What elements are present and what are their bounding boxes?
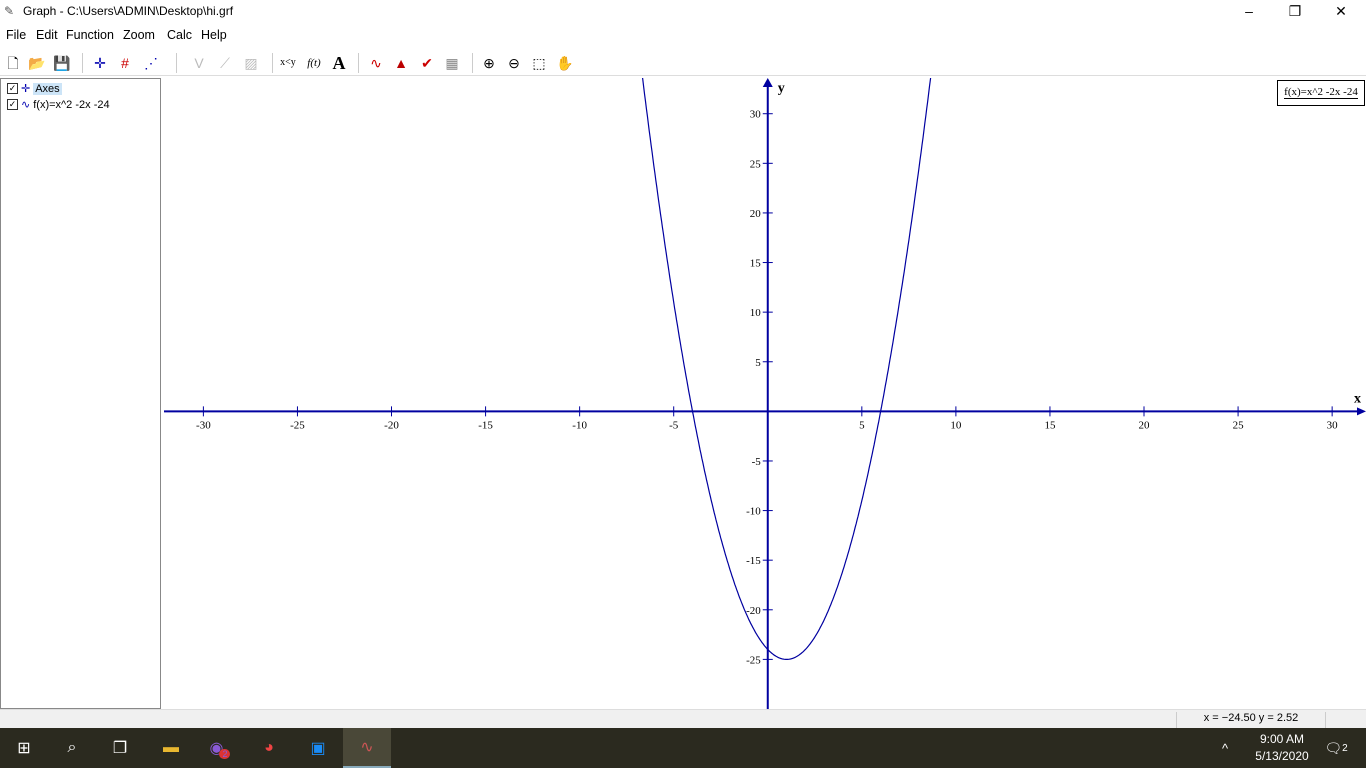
y-tick-label: 5: [755, 357, 761, 369]
menu-zoom[interactable]: Zoom: [123, 28, 155, 42]
item-label: f(x)=x^2 -2x -24: [33, 98, 110, 111]
y-tick-label: 20: [750, 208, 762, 220]
cursor-coordinates: x = −24.50 y = 2.52: [1176, 712, 1326, 728]
trendline-icon[interactable]: ⟋: [215, 53, 235, 73]
legend[interactable]: f(x)=x^2 -2x -24: [1277, 80, 1365, 106]
tangent-icon[interactable]: V: [189, 53, 209, 73]
x-tick-label: 20: [1139, 419, 1151, 431]
close-button[interactable]: ✕: [1318, 0, 1364, 23]
clock[interactable]: 9:00 AM 5/13/2020: [1250, 731, 1314, 765]
viber-icon[interactable]: ◉ 2: [196, 728, 244, 768]
item-label: Axes: [33, 82, 62, 95]
graph-app-icon[interactable]: ∿: [343, 728, 391, 768]
zoom-in-icon[interactable]: ⊕: [479, 53, 499, 73]
time: 9:00 AM: [1259, 732, 1305, 746]
table-icon[interactable]: ▦: [442, 53, 462, 73]
x-tick-label: 30: [1327, 419, 1339, 431]
title-bar: ✎ Graph - C:\Users\ADMIN\Desktop\hi.grf …: [0, 0, 1366, 23]
y-tick-label: 30: [750, 109, 762, 121]
axes-icon[interactable]: ✛: [90, 53, 110, 73]
pan-hand-icon[interactable]: ✋: [555, 53, 575, 73]
open-folder-icon[interactable]: 📂: [27, 53, 47, 73]
badge: 2: [1342, 742, 1348, 754]
y-tick-label: 15: [750, 258, 762, 270]
x-tick-label: 15: [1044, 419, 1056, 431]
task-view-icon[interactable]: ❐: [96, 728, 144, 768]
y-tick-label: -10: [746, 506, 761, 518]
text-label-button[interactable]: A: [329, 53, 349, 73]
window-title: Graph - C:\Users\ADMIN\Desktop\hi.grf: [23, 4, 234, 18]
checkbox[interactable]: ✓: [7, 83, 18, 94]
x-tick-label: -20: [384, 419, 399, 431]
y-axis-label: y: [778, 81, 785, 96]
x-tick-label: -15: [478, 419, 493, 431]
save-icon[interactable]: 💾: [52, 53, 72, 73]
area-icon[interactable]: ▲: [391, 53, 411, 73]
x-tick-label: -30: [196, 419, 211, 431]
minimize-button[interactable]: –: [1226, 0, 1272, 23]
menu-bar: File Edit Function Zoom Calc Help: [0, 23, 1366, 47]
function-list: ✓ ✛ Axes ✓ ∿ f(x)=x^2 -2x -24: [0, 78, 161, 709]
new-file-icon[interactable]: 🗋: [3, 53, 23, 73]
start-button[interactable]: ⊞: [0, 728, 48, 768]
toolbar: 🗋 📂 💾 ✛ # ⋰ V ⟋ ▨ x<y f(t) A ∿ ▲ ✔ ▦ ⊕ ⊖…: [0, 48, 1366, 76]
function-curve-icon: ∿: [21, 99, 31, 111]
x-axis-label: x: [1354, 391, 1361, 406]
function-curve: [641, 78, 932, 660]
y-axis-arrow: [762, 78, 773, 87]
x-tick-label: -5: [669, 419, 679, 431]
menu-function[interactable]: Function: [66, 28, 114, 42]
menu-edit[interactable]: Edit: [36, 28, 58, 42]
y-tick-label: -5: [752, 456, 762, 468]
badge: 2: [219, 749, 231, 759]
menu-file[interactable]: File: [6, 28, 26, 42]
custom-function-button[interactable]: f(t): [304, 53, 324, 73]
app-icon: ✎: [4, 4, 15, 18]
list-item-function[interactable]: ✓ ∿ f(x)=x^2 -2x -24: [7, 97, 110, 112]
x-axis-arrow: [1357, 407, 1366, 416]
zoom-window-icon[interactable]: ⬚: [529, 53, 549, 73]
date: 5/13/2020: [1255, 749, 1309, 763]
insert-function-icon[interactable]: #: [115, 53, 135, 73]
evaluate-point-icon[interactable]: ✔: [417, 53, 437, 73]
checkbox[interactable]: ✓: [7, 99, 18, 110]
evaluate-icon[interactable]: ∿: [366, 53, 386, 73]
y-tick-label: -15: [746, 555, 761, 567]
taskbar: ⊞ ⌕ ❐ ▬ ◉ 2 ◕ ▣ ∿ ^ 9:00 AM 5/13/2020 🗨 2: [0, 728, 1366, 768]
shading-icon[interactable]: ▨: [241, 53, 261, 73]
file-explorer-icon[interactable]: ▬: [147, 728, 195, 768]
y-tick-label: -25: [746, 654, 761, 666]
x-tick-label: 5: [859, 419, 865, 431]
menu-calc[interactable]: Calc: [167, 28, 192, 42]
x-tick-label: 10: [950, 419, 962, 431]
status-bar: x = −24.50 y = 2.52: [0, 709, 1366, 728]
notifications-icon[interactable]: 🗨 2: [1312, 728, 1360, 768]
x-tick-label: -25: [290, 419, 305, 431]
y-tick-label: 25: [750, 158, 762, 170]
chrome-icon[interactable]: ◕: [245, 728, 293, 768]
zoom-out-icon[interactable]: ⊖: [504, 53, 524, 73]
search-icon[interactable]: ⌕: [48, 728, 96, 768]
relation-button[interactable]: x<y: [278, 53, 298, 73]
legend-label: f(x)=x^2 -2x -24: [1284, 86, 1358, 99]
y-tick-label: 10: [750, 307, 762, 319]
point-series-icon[interactable]: ⋰: [141, 53, 161, 73]
x-tick-label: -10: [572, 419, 587, 431]
graph-area[interactable]: x y -30 -25 -20 -15 -10 -5 5 10 15 20 25 30 -25 -20 -15 -…: [162, 78, 1366, 709]
zalo-icon[interactable]: ▣: [294, 728, 342, 768]
y-tick-label: -20: [746, 605, 761, 617]
axes-icon: ✛: [21, 83, 31, 95]
x-tick-label: 25: [1233, 419, 1245, 431]
menu-help[interactable]: Help: [201, 28, 227, 42]
restore-button[interactable]: ❐: [1272, 0, 1318, 23]
list-item-axes[interactable]: ✓ ✛ Axes: [7, 81, 62, 96]
chevron-up-icon[interactable]: ^: [1213, 728, 1237, 768]
